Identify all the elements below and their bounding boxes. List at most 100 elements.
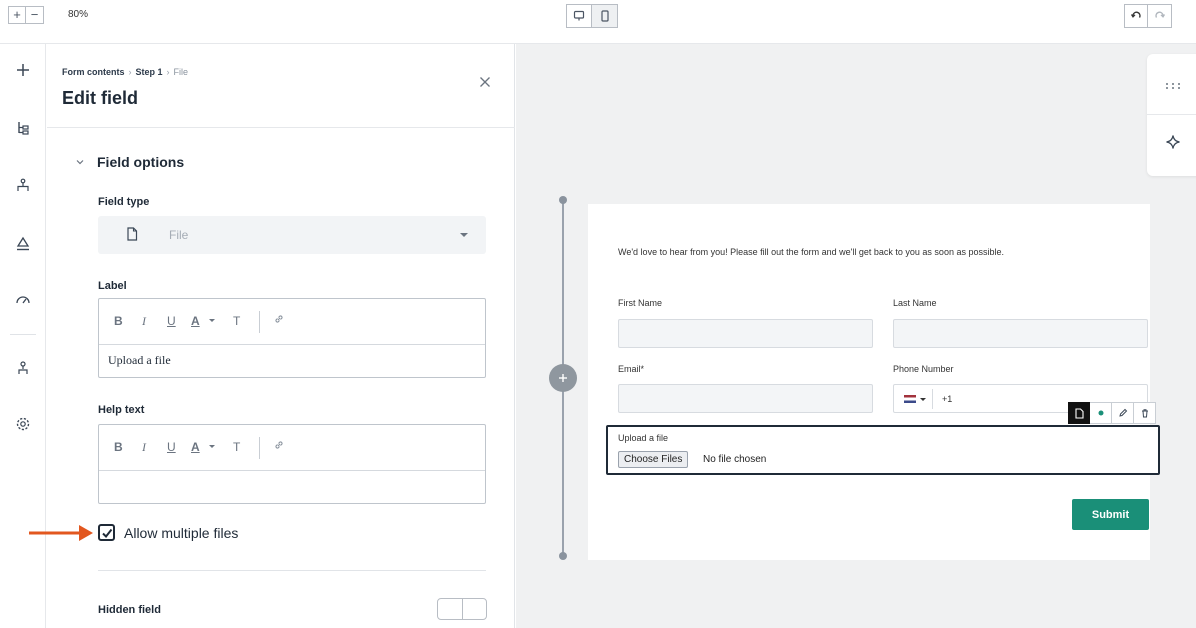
link-icon (275, 315, 283, 323)
first-name-label: First Name (618, 298, 663, 308)
pointer-arrow-icon (29, 525, 93, 541)
label-editor-toolbar: B I U A T (99, 299, 485, 345)
add-step-button[interactable] (549, 364, 577, 392)
form-intro-text: We'd love to hear from you! Please fill … (618, 247, 1004, 257)
text-color-caret-icon (209, 319, 215, 322)
phone-icon (600, 10, 609, 22)
tool-divider (1147, 114, 1196, 115)
section-divider (98, 570, 486, 571)
file-icon (127, 227, 138, 241)
field-type-file-button[interactable] (1068, 402, 1090, 424)
style-icon[interactable] (11, 232, 35, 256)
link-button[interactable] (273, 313, 285, 328)
field-action-toolbar (1068, 402, 1156, 424)
timeline-start-dot (559, 196, 567, 204)
italic-button[interactable]: I (142, 314, 146, 329)
toggle-divider (462, 599, 463, 619)
link-button[interactable] (273, 439, 285, 454)
country-caret-icon (920, 398, 926, 401)
breadcrumb-separator: › (128, 67, 132, 77)
field-options-toggle[interactable]: Field options (75, 154, 184, 170)
undo-icon (1130, 11, 1141, 18)
chevron-down-icon (76, 160, 84, 165)
phone-label: Phone Number (893, 364, 954, 374)
hidden-field-toggle[interactable] (437, 598, 487, 620)
rail-divider (10, 334, 36, 335)
canvas-side-tools (1147, 54, 1196, 176)
help-text-editor-body[interactable] (99, 471, 485, 503)
text-color-button[interactable]: A (191, 314, 200, 328)
grid-view-button[interactable] (1161, 74, 1185, 98)
mobile-preview-button[interactable] (592, 4, 618, 28)
field-status-button[interactable] (1090, 402, 1112, 424)
zoom-controls: + − (8, 6, 44, 24)
close-icon (480, 77, 490, 87)
field-type-value: File (169, 228, 189, 242)
text-color-button[interactable]: A (191, 440, 200, 454)
tree-icon[interactable] (11, 116, 35, 140)
text-color-caret-icon (209, 445, 215, 448)
add-icon[interactable] (11, 58, 35, 82)
breadcrumb-step-1[interactable]: Step 1 (136, 67, 163, 77)
help-text-label: Help text (98, 404, 145, 416)
bold-button[interactable]: B (114, 440, 123, 454)
link-icon (275, 441, 283, 449)
edit-field-panel: Form contents › Step 1 › File Edit field… (29, 44, 515, 628)
form-preview-canvas: We'd love to hear from you! Please fill … (516, 44, 1196, 628)
last-name-label: Last Name (893, 298, 937, 308)
file-icon (1074, 407, 1084, 419)
italic-button[interactable]: I (142, 440, 146, 455)
allow-multiple-files-option: Allow multiple files (98, 524, 238, 541)
top-toolbar: + − 80% (0, 0, 1196, 44)
sparkle-icon (1166, 135, 1180, 149)
phone-country-code: +1 (942, 394, 953, 404)
underline-button[interactable]: U (167, 314, 176, 328)
choose-files-button[interactable]: Choose Files (618, 451, 689, 468)
zoom-in-button[interactable]: + (8, 6, 26, 24)
bold-button[interactable]: B (114, 314, 123, 328)
plus-icon (559, 374, 567, 382)
label-field-label: Label (98, 280, 127, 292)
toolbar-divider (259, 311, 260, 333)
dots-grid-icon (1166, 83, 1180, 89)
desktop-preview-button[interactable] (566, 4, 592, 28)
close-button[interactable] (477, 74, 493, 90)
dropdown-caret-icon (460, 233, 468, 237)
upload-label: Upload a file (618, 433, 669, 443)
allow-multiple-files-checkbox[interactable] (98, 524, 115, 541)
phone-divider (932, 389, 933, 409)
zoom-out-button[interactable]: − (26, 6, 44, 24)
delete-field-button[interactable] (1134, 402, 1156, 424)
last-name-input[interactable] (893, 319, 1148, 348)
people-icon[interactable] (11, 356, 35, 380)
breadcrumb-separator: › (166, 67, 170, 77)
toolbar-divider (259, 437, 260, 459)
ai-assist-button[interactable] (1161, 130, 1185, 154)
email-label: Email* (618, 364, 645, 374)
redo-icon (1154, 11, 1165, 18)
no-file-chosen-text: No file chosen (703, 454, 767, 465)
label-editor-body[interactable]: Upload a file (99, 345, 485, 377)
redo-button[interactable] (1148, 4, 1172, 28)
email-input[interactable] (618, 384, 873, 413)
edit-field-button[interactable] (1112, 402, 1134, 424)
panel-title: Edit field (62, 88, 138, 108)
pencil-icon (1118, 408, 1127, 417)
first-name-input[interactable] (618, 319, 873, 348)
device-preview-toggle (566, 4, 618, 28)
hidden-field-label: Hidden field (98, 604, 161, 616)
breadcrumb-form-contents[interactable]: Form contents (62, 67, 125, 77)
submit-button[interactable]: Submit (1072, 499, 1149, 530)
undo-button[interactable] (1124, 4, 1148, 28)
underline-button[interactable]: U (167, 440, 176, 454)
performance-icon[interactable] (11, 288, 35, 312)
workflow-icon[interactable] (11, 174, 35, 198)
field-type-select[interactable]: File (98, 216, 486, 254)
us-flag-icon (904, 395, 916, 403)
clear-format-button[interactable]: T (233, 314, 240, 328)
clear-format-button[interactable]: T (233, 440, 240, 454)
breadcrumb: Form contents › Step 1 › File (62, 67, 188, 77)
upload-file-field[interactable]: Upload a file Choose Files No file chose… (606, 425, 1160, 475)
settings-gear-icon[interactable] (11, 412, 35, 436)
breadcrumb-current: File (173, 67, 189, 77)
